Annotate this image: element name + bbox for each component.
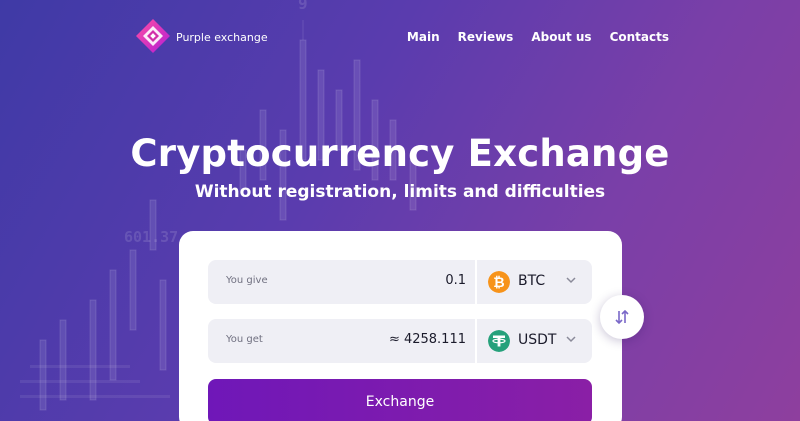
- row-divider: [475, 260, 477, 304]
- swap-arrows-icon: [615, 309, 629, 325]
- nav-link-contacts[interactable]: Contacts: [610, 30, 669, 44]
- chevron-down-icon[interactable]: [564, 332, 578, 346]
- bitcoin-icon: ₿: [488, 271, 510, 293]
- get-row: You get ≈ 4258.111 USDT: [208, 319, 592, 363]
- brand-name: Purple exchange: [176, 31, 268, 44]
- give-row: You give 0.1 ₿ BTC: [208, 260, 592, 304]
- logo-icon[interactable]: [135, 18, 171, 54]
- give-amount-input[interactable]: 0.1: [445, 273, 466, 288]
- get-label: You get: [226, 334, 263, 345]
- nav-link-main[interactable]: Main: [407, 30, 440, 44]
- get-currency-select[interactable]: USDT: [518, 332, 556, 348]
- chevron-down-icon[interactable]: [564, 273, 578, 287]
- exchange-button[interactable]: Exchange: [208, 379, 592, 421]
- hero-title: Cryptocurrency Exchange: [130, 132, 670, 175]
- top-nav: Purple exchange Main Reviews About us Co…: [0, 0, 800, 76]
- svg-text:₿: ₿: [493, 275, 504, 291]
- give-label: You give: [226, 275, 268, 286]
- main-menu: Main Reviews About us Contacts: [407, 30, 669, 44]
- get-amount: ≈ 4258.111: [388, 332, 466, 347]
- tether-icon: [488, 330, 510, 352]
- row-divider: [475, 319, 477, 363]
- give-currency-select[interactable]: BTC: [518, 273, 545, 289]
- exchange-card: You give 0.1 ₿ BTC You get ≈ 4258.111 US…: [179, 231, 622, 421]
- nav-link-about-us[interactable]: About us: [531, 30, 591, 44]
- nav-link-reviews[interactable]: Reviews: [458, 30, 514, 44]
- background-number: 601.37: [124, 228, 179, 246]
- swap-button[interactable]: [600, 295, 644, 339]
- hero-subtitle: Without registration, limits and difficu…: [194, 182, 606, 202]
